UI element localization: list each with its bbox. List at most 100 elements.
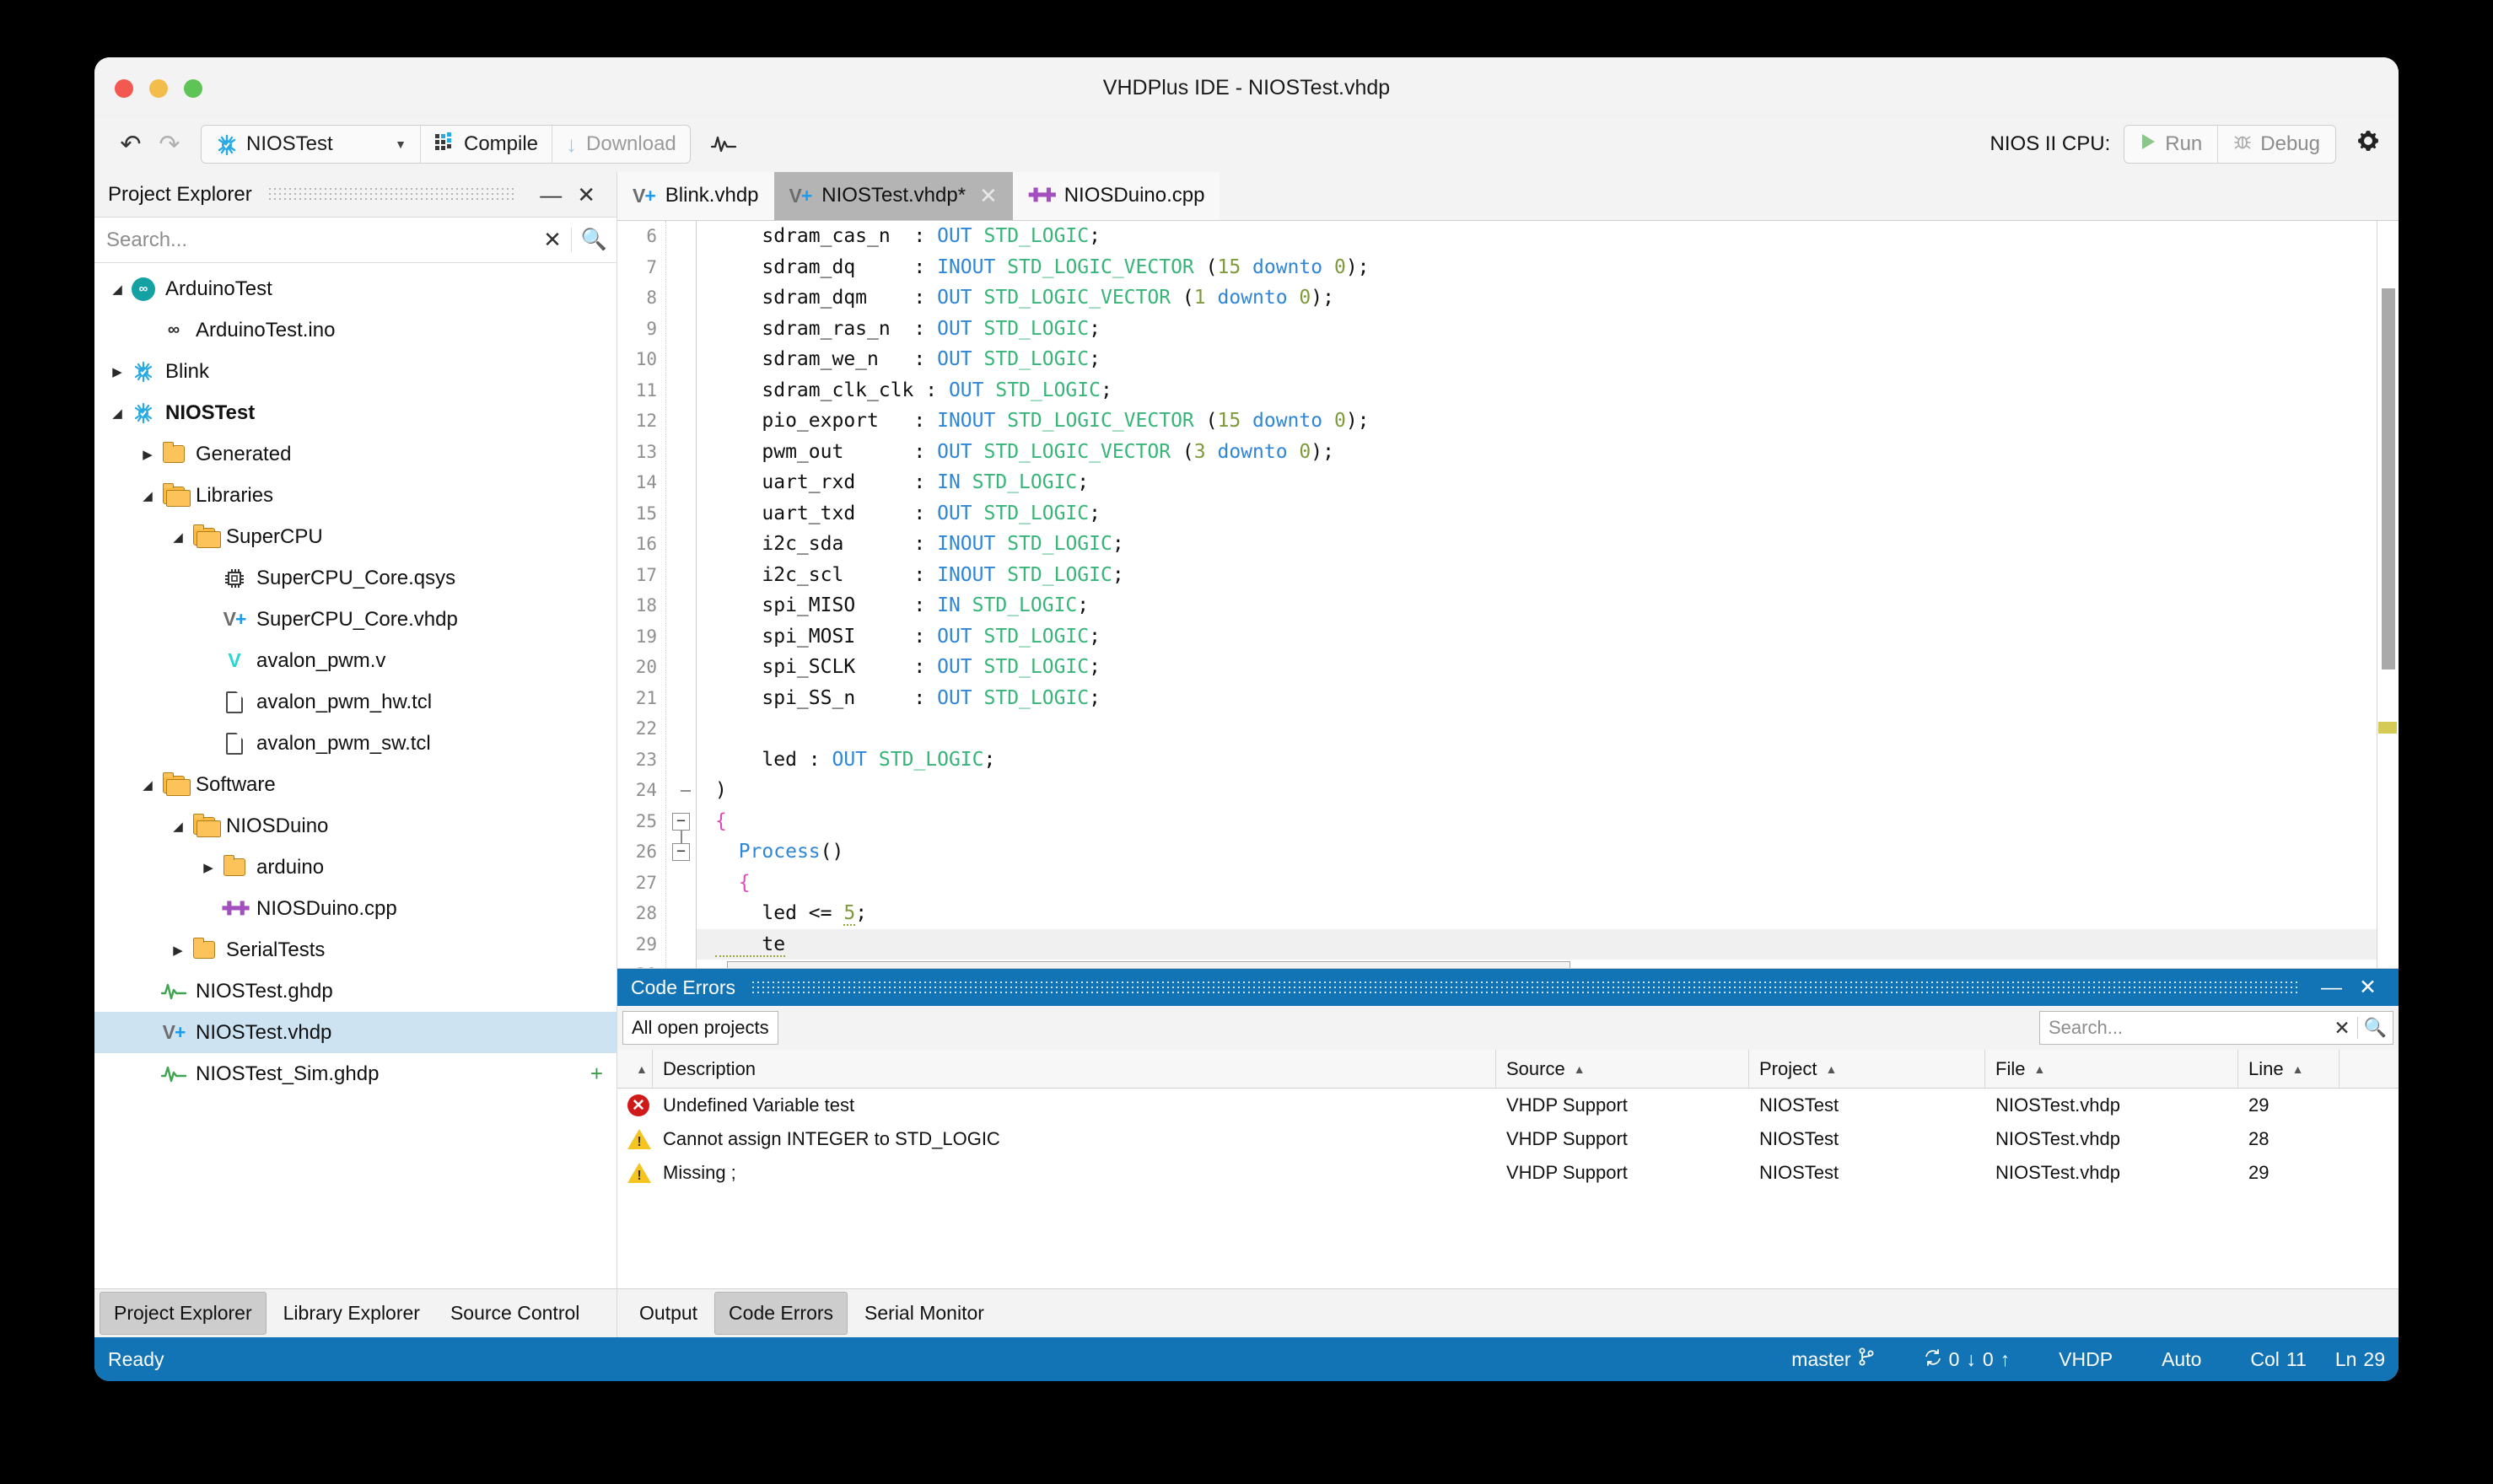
tree-item-niostest-ghdp[interactable]: NIOSTest.ghdp: [94, 971, 617, 1012]
table-row[interactable]: ✕ Undefined Variable test VHDP Support NIOS…: [617, 1089, 2399, 1122]
chevron-down-icon[interactable]: ◢: [167, 819, 189, 834]
editor-tab-niostest-vhdp[interactable]: V+ NIOSTest.vhdp* ✕: [773, 171, 1013, 220]
code-token: ;: [1112, 533, 1124, 555]
editor-tab-blink-vhdp[interactable]: V+ Blink.vhdp: [617, 171, 774, 220]
search-input[interactable]: [94, 218, 534, 262]
sort-ascending-icon[interactable]: ▲: [2292, 1062, 2304, 1076]
editor-vertical-scrollbar[interactable]: [2377, 221, 2399, 968]
tree-item-arduinotest-ino[interactable]: ∞ ArduinoTest.ino: [94, 309, 617, 351]
tab-source-control[interactable]: Source Control: [437, 1293, 593, 1334]
project-selector[interactable]: NIOSTest ▼: [202, 126, 421, 163]
tab-project-explorer[interactable]: Project Explorer: [100, 1292, 267, 1335]
chevron-down-icon[interactable]: ◢: [137, 488, 159, 503]
chevron-down-icon[interactable]: ◢: [106, 282, 128, 297]
tree-item-serialtests[interactable]: ▶ SerialTests: [94, 929, 617, 971]
tree-item-supercpu[interactable]: ◢ SuperCPU: [94, 516, 617, 557]
column-header-project[interactable]: Project ▲: [1749, 1050, 1985, 1088]
chevron-right-icon[interactable]: ▶: [137, 447, 159, 462]
column-header-source[interactable]: Source ▲: [1496, 1050, 1749, 1088]
clear-search-icon[interactable]: ✕: [534, 227, 571, 253]
chevron-down-icon[interactable]: ◢: [137, 777, 159, 793]
mode-indicator[interactable]: Auto: [2162, 1348, 2201, 1371]
sync-status[interactable]: 0 ↓ 0 ↑: [1924, 1348, 2010, 1371]
code-token: uart_rxd :: [715, 471, 938, 493]
tree-item-label: SuperCPU: [226, 524, 323, 548]
drag-handle[interactable]: [267, 186, 518, 203]
close-panel-button[interactable]: ✕: [569, 184, 603, 206]
errors-search-input[interactable]: [2040, 1017, 2327, 1039]
add-simulation-icon[interactable]: +: [590, 1061, 603, 1087]
warning-marker[interactable]: [2378, 721, 2397, 734]
minimize-panel-button[interactable]: —: [532, 184, 569, 206]
redo-icon[interactable]: ↷: [150, 126, 189, 162]
close-panel-button[interactable]: ✕: [2350, 976, 2385, 998]
chevron-right-icon[interactable]: ▶: [106, 364, 128, 379]
search-icon[interactable]: 🔍: [2357, 1017, 2393, 1039]
waveform-icon[interactable]: [704, 126, 743, 162]
sort-ascending-icon[interactable]: ▲: [1574, 1062, 1586, 1076]
git-branch[interactable]: master: [1791, 1347, 1874, 1371]
chevron-down-icon[interactable]: ▼: [395, 137, 407, 151]
column-header-file[interactable]: File ▲: [1985, 1050, 2238, 1088]
gear-icon[interactable]: [2355, 127, 2382, 161]
minimize-panel-button[interactable]: —: [2313, 976, 2350, 998]
run-button[interactable]: Run: [2124, 126, 2219, 163]
code-errors-table[interactable]: ▲ Description Source ▲ Project ▲ File ▲ Line ▲ ✕ U…: [617, 1050, 2399, 1288]
chevron-right-icon[interactable]: ▶: [167, 943, 189, 958]
tree-item-generated[interactable]: ▶ Generated: [94, 433, 617, 475]
code-editor[interactable]: 6 7 8 9 10 11 12 13 14 15 16 17 18 19 20 21 22 23 24 25 26 27…: [617, 221, 2399, 968]
tree-item-niosduino-cpp[interactable]: ✚✚ NIOSDuino.cpp: [94, 888, 617, 929]
tree-item-arduinotest[interactable]: ◢ ∞ ArduinoTest: [94, 268, 617, 309]
clear-search-icon[interactable]: ✕: [2327, 1017, 2357, 1040]
column-header-icon[interactable]: ▲: [617, 1050, 653, 1088]
editor-tab-niosduino-cpp[interactable]: ✚✚ NIOSDuino.cpp: [1012, 171, 1220, 220]
search-icon[interactable]: 🔍: [571, 228, 617, 252]
code-token: OUT: [937, 225, 984, 247]
tree-item-niosduino[interactable]: ◢ ⬇ NIOSDuino: [94, 805, 617, 847]
tree-item-software[interactable]: ◢ Software: [94, 764, 617, 805]
sort-ascending-icon[interactable]: ▲: [636, 1062, 648, 1076]
code-text-area[interactable]: sdram_cas_n : OUT STD_LOGIC; sdram_dq : …: [697, 221, 2377, 968]
project-tree[interactable]: ◢ ∞ ArduinoTest ∞ ArduinoTest.ino ▶ Blink ◢ NIO…: [94, 263, 617, 1288]
drag-handle[interactable]: [750, 980, 2298, 995]
sort-ascending-icon[interactable]: ▲: [1825, 1062, 1837, 1076]
tab-output[interactable]: Output: [626, 1293, 711, 1334]
compile-button[interactable]: Compile: [421, 126, 553, 163]
language-indicator[interactable]: VHDP: [2059, 1348, 2113, 1371]
tree-item-avalon-pwm-v[interactable]: Vavalon_pwm.v: [94, 640, 617, 681]
column-header-line[interactable]: Line ▲: [2238, 1050, 2340, 1088]
table-body[interactable]: ✕ Undefined Variable test VHDP Support NIOS…: [617, 1089, 2399, 1190]
scrollbar-thumb[interactable]: [2382, 288, 2395, 669]
fold-toggle[interactable]: −: [672, 843, 690, 861]
tab-serial-monitor[interactable]: Serial Monitor: [851, 1293, 998, 1334]
tree-item-supercpu-core-qsys[interactable]: SuperCPU_Core.qsys: [94, 557, 617, 599]
column-header-description[interactable]: Description: [653, 1050, 1496, 1088]
tree-item-blink[interactable]: ▶ Blink: [94, 351, 617, 392]
tree-item-niostest-vhdp[interactable]: V+ NIOSTest.vhdp: [94, 1012, 617, 1053]
chevron-down-icon[interactable]: ◢: [106, 406, 128, 421]
tree-item-supercpu-core-vhdp[interactable]: V+ SuperCPU_Core.vhdp: [94, 599, 617, 640]
undo-icon[interactable]: ↶: [111, 126, 150, 162]
autocomplete-item[interactable]: STD_LOGIC_VECTOR (INTEGER): [728, 962, 1570, 969]
tab-library-explorer[interactable]: Library Explorer: [270, 1293, 433, 1334]
line-number: 21: [635, 687, 657, 708]
tree-item-arduino[interactable]: ▶ arduino: [94, 847, 617, 888]
tree-item-avalon-pwm-hw-tcl[interactable]: avalon_pwm_hw.tcl: [94, 681, 617, 723]
close-tab-icon[interactable]: ✕: [979, 183, 998, 209]
debug-button[interactable]: Debug: [2218, 126, 2335, 163]
download-button[interactable]: ↓ Download: [552, 126, 690, 163]
table-row[interactable]: Missing ; VHDP Support NIOSTest NIOSTest.vh…: [617, 1156, 2399, 1190]
project-filter-select[interactable]: All open projects: [622, 1011, 778, 1045]
code-folding-gutter[interactable]: − −: [666, 221, 697, 968]
chevron-down-icon[interactable]: ◢: [167, 530, 189, 545]
fold-toggle[interactable]: −: [672, 812, 690, 831]
table-row[interactable]: Cannot assign INTEGER to STD_LOGIC VHDP S…: [617, 1122, 2399, 1156]
tree-item-libraries[interactable]: ◢ Libraries: [94, 475, 617, 516]
tree-item-avalon-pwm-sw-tcl[interactable]: avalon_pwm_sw.tcl: [94, 723, 617, 764]
tree-item-niostest[interactable]: ◢ NIOSTest: [94, 392, 617, 433]
tree-item-niostest-sim-ghdp[interactable]: NIOSTest_Sim.ghdp +: [94, 1053, 617, 1094]
chevron-right-icon[interactable]: ▶: [197, 860, 219, 875]
autocomplete-popup[interactable]: STD_LOGIC_VECTOR (INTEGER)integer (REAL)…: [727, 961, 1570, 968]
sort-ascending-icon[interactable]: ▲: [2033, 1062, 2045, 1076]
tab-code-errors[interactable]: Code Errors: [714, 1292, 848, 1335]
